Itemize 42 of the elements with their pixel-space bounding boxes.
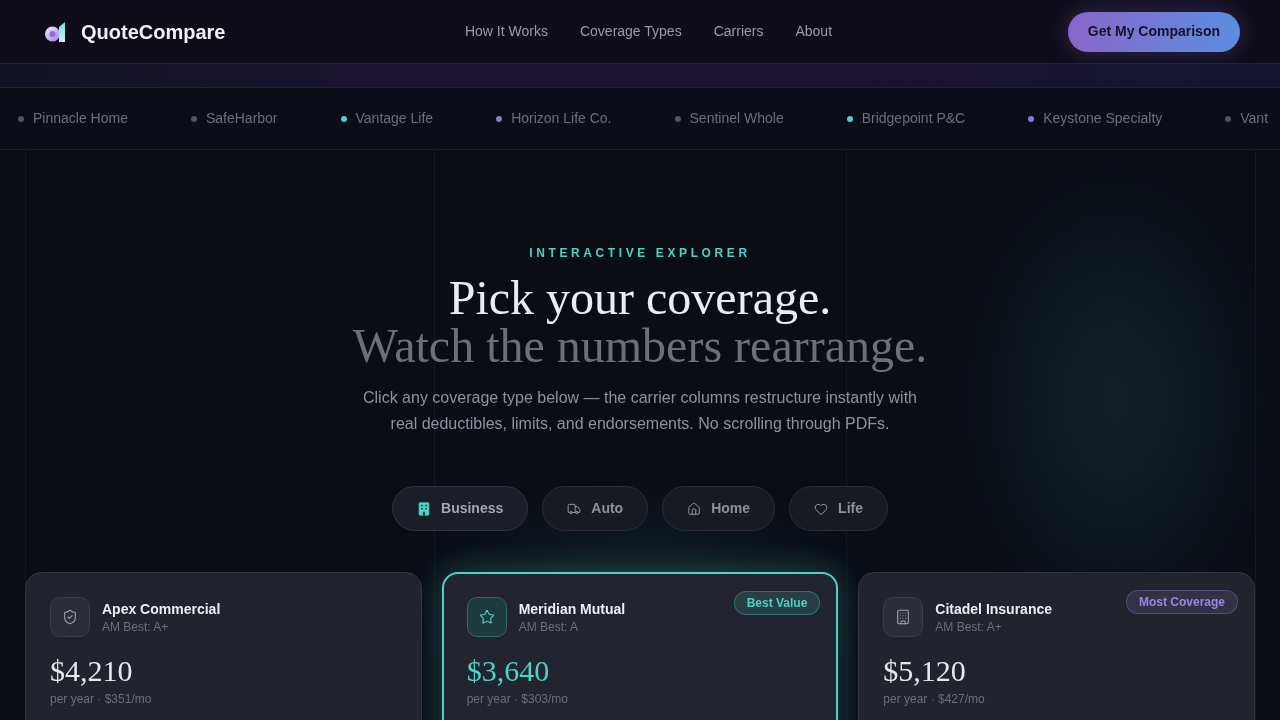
building-icon	[417, 501, 432, 516]
carrier-name: Horizon Life Co.	[511, 109, 612, 128]
carrier-name: SafeHarbor	[205, 109, 278, 128]
badge: Best Value	[733, 591, 821, 615]
coverage-type-tab[interactable]: Business	[392, 486, 529, 531]
price-detail: per year · $303/mo	[466, 691, 570, 707]
eyebrow-label: INTERACTIVE EXPLORER	[529, 245, 751, 261]
price-detail: per year · $351/mo	[50, 691, 153, 707]
truck-icon	[567, 501, 582, 516]
house-icon	[687, 501, 702, 516]
annual-price: $4,210	[50, 653, 134, 689]
carrier-name: Keystone Specialty	[1043, 109, 1163, 128]
logo-icon	[45, 21, 67, 42]
shield-check-icon	[50, 597, 90, 637]
carrier-name: Pinnacle Home	[33, 109, 128, 128]
carrier-rating: AM Best: A+	[935, 619, 1003, 635]
building-icon	[883, 597, 924, 637]
carrier-name: Meridian Mutual	[518, 600, 626, 619]
price-detail: per year · $427/mo	[883, 691, 986, 707]
carrier-name: Bridgepoint P&C	[861, 109, 966, 128]
heart-icon	[814, 501, 829, 516]
get-comparison-button[interactable]: Get My Comparison	[1067, 11, 1240, 52]
nav-link[interactable]: Carriers	[713, 21, 764, 42]
nav-link[interactable]: Coverage Types	[579, 21, 682, 42]
nav-link[interactable]: About	[795, 21, 833, 42]
carrier-rating: AM Best: A+	[102, 619, 170, 635]
badge: Most Coverage	[1125, 590, 1238, 614]
carrier-rating: AM Best: A	[518, 619, 579, 635]
coverage-type-tab[interactable]: Life	[789, 486, 888, 531]
carrier-name: Apex Commercial	[102, 600, 221, 619]
annual-price: $3,640	[466, 653, 551, 689]
coverage-type-tab[interactable]: Auto	[542, 486, 649, 531]
annual-price: $5,120	[883, 653, 967, 689]
brand-name: QuoteCompare	[81, 19, 226, 45]
carrier-name: Sentinel Whole	[689, 109, 784, 128]
coverage-type-tab[interactable]: Home	[662, 486, 776, 531]
nav-link[interactable]: How It Works	[464, 21, 548, 42]
hero-description: Click any coverage type below — the carrier columns restructure instantly with real deductibles, limits, and endorsements. No scrolling through PDFs.	[362, 388, 918, 434]
hero-title: Pick your coverage.	[448, 274, 832, 322]
carrier-name: Citadel Insurance	[935, 600, 1053, 619]
carrier-name: Vantage Life	[355, 109, 434, 128]
carrier-name: Vant	[1240, 109, 1269, 128]
